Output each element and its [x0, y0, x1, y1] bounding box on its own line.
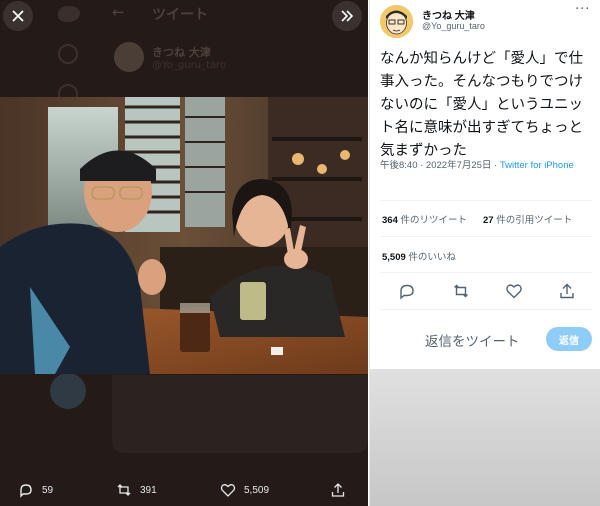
more-button[interactable]: ··· [575, 2, 590, 17]
divider [380, 200, 592, 201]
reply-count: 59 [42, 484, 54, 496]
user-handle[interactable]: @Yo_guru_taro [422, 21, 485, 31]
tweet-text: なんか知らんけど「愛人」で仕事入った。そんなつもりでつけないのに「愛人」というユ… [380, 51, 583, 159]
retweets-stat[interactable]: 364 件のリツイート [382, 215, 467, 226]
like-count: 5,509 [244, 484, 270, 496]
background-media [112, 375, 368, 453]
lightbox-retweet-button[interactable]: 391 [116, 482, 157, 498]
avatar[interactable] [380, 5, 413, 38]
quotes-stat[interactable]: 27 件の引用ツイート [483, 215, 572, 226]
reply-input[interactable]: 返信をツイート [425, 330, 520, 350]
heart-icon[interactable] [505, 282, 523, 300]
heart-icon [220, 484, 236, 497]
display-name[interactable]: きつね 大津 [422, 7, 475, 22]
lightbox-like-button[interactable]: 5,509 [220, 482, 269, 498]
background-display-name: きつね 大津 [152, 46, 211, 59]
likes-stat[interactable]: 5,509 件のいいね [382, 252, 456, 263]
tweet-timestamp[interactable]: 午後8:40 · 2022年7月25日 · [380, 160, 500, 171]
expand-icon [341, 10, 354, 22]
retweet-icon[interactable] [452, 282, 470, 300]
back-arrow-icon: ← [112, 3, 125, 21]
media-lightbox: ← ツイート きつね 大津 @Yo_guru_taro 59 391 5,509 [0, 0, 368, 506]
explore-icon [58, 44, 78, 64]
lightbox-action-bar: 59 391 5,509 [0, 478, 368, 506]
retweet-count: 391 [140, 484, 157, 496]
avatar-illustration [380, 5, 413, 38]
close-icon [12, 10, 24, 22]
tweet-photo[interactable] [0, 97, 368, 374]
expand-button[interactable] [332, 1, 362, 31]
tweet-detail-panel: きつね 大津 @Yo_guru_taro ··· なんか知らんけど「愛人」で仕事… [369, 0, 600, 506]
reply-icon [20, 484, 32, 498]
divider [380, 272, 592, 273]
close-button[interactable] [3, 1, 33, 31]
tweet-action-bar [370, 282, 600, 300]
obscured-content-area [370, 369, 600, 506]
reply-icon[interactable] [398, 282, 416, 300]
background-avatar [114, 42, 144, 72]
divider [380, 309, 592, 310]
divider [380, 236, 592, 237]
background-compose-icon [50, 373, 86, 409]
retweet-icon [117, 484, 131, 496]
engagement-stats: 364 件のリツイート 27 件の引用ツイート [382, 212, 572, 226]
tweet-source[interactable]: Twitter for iPhone [500, 160, 574, 171]
background-page-title: ツイート [152, 7, 208, 23]
tweet-meta: 午後8:40 · 2022年7月25日 · Twitter for iPhone [380, 159, 580, 173]
lightbox-reply-button[interactable]: 59 [18, 482, 53, 498]
background-handle: @Yo_guru_taro [152, 60, 227, 71]
more-icon: ··· [575, 2, 591, 17]
lightbox-share-button[interactable] [330, 482, 354, 498]
share-icon [331, 483, 345, 497]
reply-button[interactable]: 返信 [546, 327, 592, 351]
reply-composer: 返信をツイート 返信 [370, 320, 600, 358]
likes-stat-row: 5,509 件のいいね [382, 249, 456, 263]
twitter-logo-icon [58, 6, 80, 22]
share-icon[interactable] [558, 282, 576, 300]
photo-illustration [0, 97, 368, 374]
